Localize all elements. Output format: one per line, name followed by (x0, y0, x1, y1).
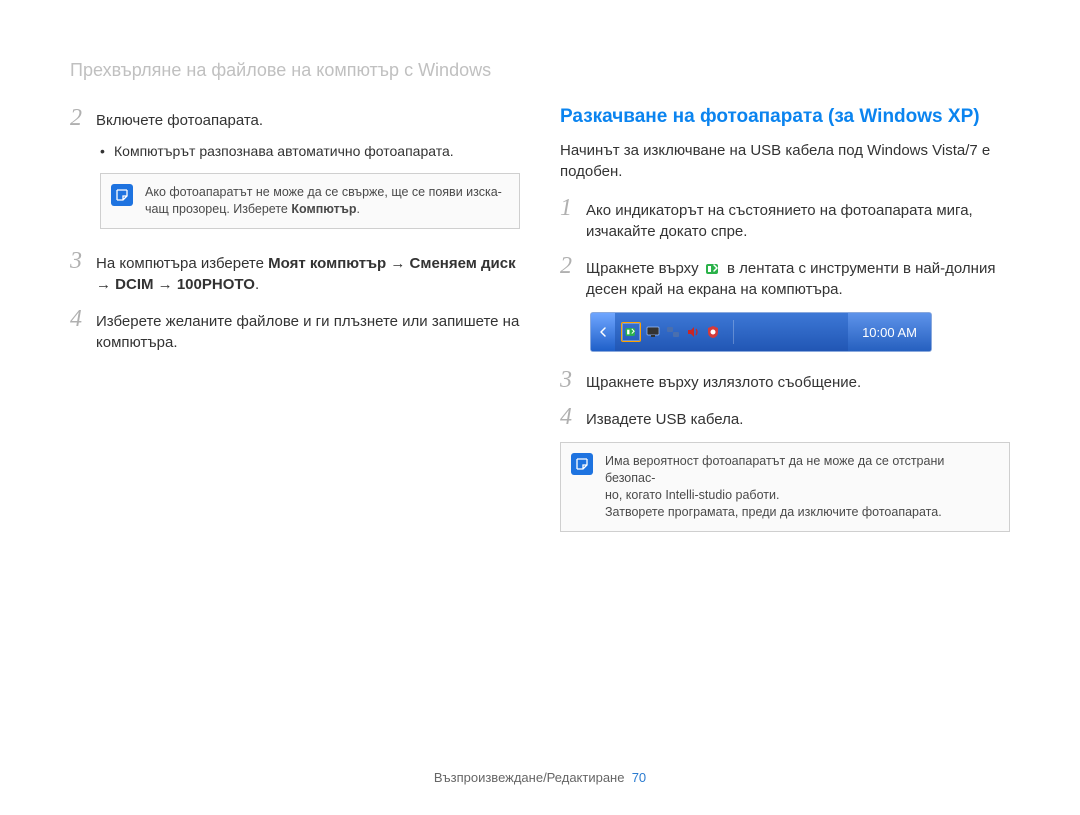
tray-divider (733, 320, 734, 344)
page-footer: Възпроизвеждане/Редактиране 70 (0, 770, 1080, 785)
right-step-4: 4 Извадете USB кабела. (560, 405, 1010, 430)
note-icon (111, 184, 133, 206)
left-column: 2 Включете фотоапарата. • Компютърът раз… (70, 106, 520, 552)
step-text: Щракнете върху излязлото съобщение. (586, 372, 861, 393)
step-text: Щракнете върху в лентата с инструменти в… (586, 258, 1010, 300)
step-text: Включете фотоапарата. (96, 110, 263, 131)
bullet-dot: • (100, 143, 114, 159)
left-step-2: 2 Включете фотоапарата. (70, 106, 520, 131)
windows-system-tray: 10:00 AM (590, 312, 932, 352)
step-number: 3 (560, 368, 586, 392)
footer-text: Възпроизвеждане/Редактиране (434, 770, 625, 785)
note-line-3: Затворете програмата, преди да изключите… (605, 504, 997, 521)
intro-text: Начинът за изключване на USB кабела под … (560, 140, 1010, 182)
network-icon (665, 324, 681, 340)
step-text: Изберете желаните файлове и ги плъзнете … (96, 311, 520, 353)
note-icon (571, 453, 593, 475)
breadcrumb-title: Прехвърляне на файлове на компютър с Win… (70, 60, 1010, 81)
step-text: Ако индикаторът на състоянието на фотоап… (586, 200, 1010, 242)
bullet-text: Компютърът разпознава автоматично фотоап… (114, 143, 454, 159)
safely-remove-tray-icon (621, 322, 641, 342)
right-note-box: Има вероятност фотоапаратът да не може д… (560, 442, 1010, 532)
step-number: 1 (560, 196, 586, 220)
step-number: 4 (560, 405, 586, 429)
left-step-3: 3 На компютъра изберете Моят компютър → … (70, 249, 520, 295)
note-line-1: Ако фотоапаратът не може да се свърже, щ… (145, 184, 507, 201)
right-step-2: 2 Щракнете върху в лентата с инструменти… (560, 254, 1010, 300)
safely-remove-icon (703, 259, 723, 279)
volume-icon (685, 324, 701, 340)
tray-chevron-icon (591, 313, 615, 351)
step-number: 3 (70, 249, 96, 273)
step-text: На компютъра изберете Моят компютър → См… (96, 253, 520, 295)
step-number: 2 (70, 106, 96, 130)
section-heading: Разкачване на фотоапарата (за Windows XP… (560, 106, 1010, 128)
right-step-1: 1 Ако индикаторът на състоянието на фото… (560, 196, 1010, 242)
step-number: 2 (560, 254, 586, 278)
tray-clock: 10:00 AM (848, 313, 931, 351)
content-columns: 2 Включете фотоапарата. • Компютърът раз… (70, 106, 1010, 552)
note-line-1: Има вероятност фотоапаратът да не може д… (605, 453, 997, 487)
step-number: 4 (70, 307, 96, 331)
footer-page-number: 70 (632, 770, 646, 785)
left-bullet: • Компютърът разпознава автоматично фото… (100, 143, 520, 159)
right-column: Разкачване на фотоапарата (за Windows XP… (560, 106, 1010, 552)
document-page: Прехвърляне на файлове на компютър с Win… (0, 0, 1080, 815)
left-note-box: Ако фотоапаратът не може да се свърже, щ… (100, 173, 520, 229)
left-step-4: 4 Изберете желаните файлове и ги плъзнет… (70, 307, 520, 353)
shield-icon (705, 324, 721, 340)
note-line-2: чащ прозорец. Изберете Компютър. (145, 201, 507, 218)
monitor-icon (645, 324, 661, 340)
step-text: Извадете USB кабела. (586, 409, 743, 430)
tray-icons (615, 322, 727, 342)
right-step-3: 3 Щракнете върху излязлото съобщение. (560, 368, 1010, 393)
note-line-2: но, когато Intelli-studio работи. (605, 487, 997, 504)
